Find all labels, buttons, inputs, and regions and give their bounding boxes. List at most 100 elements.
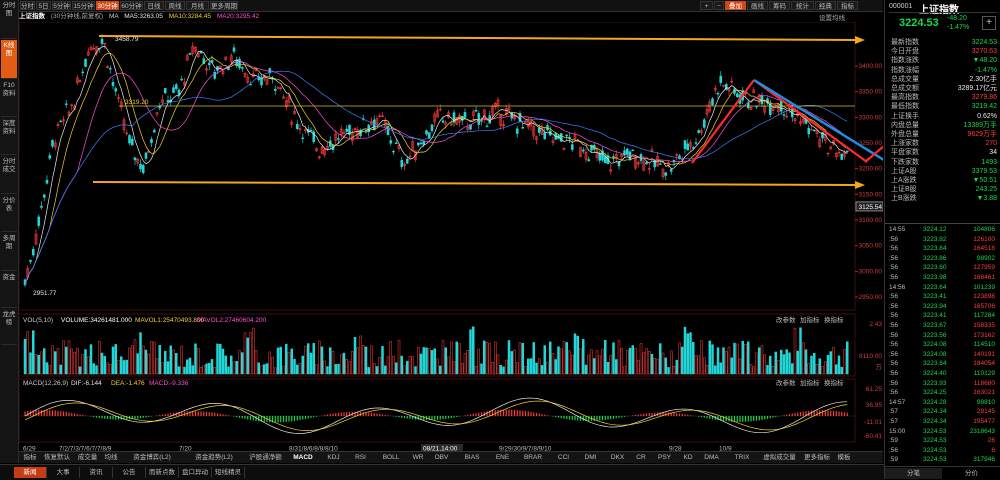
- tick-volume: 184054: [973, 360, 995, 368]
- period-button-5[interactable]: 60分钟: [120, 1, 143, 10]
- indicator-tab-22[interactable]: DMA: [699, 453, 724, 462]
- sidebar-tab-8[interactable]: 龙虎榜: [1, 309, 17, 345]
- volume-bar: [584, 364, 588, 375]
- period-button-6[interactable]: 日线: [144, 1, 164, 10]
- sidebar-tab-0[interactable]: 分时图: [1, 0, 17, 39]
- indicator-tab-7[interactable]: MACD: [287, 453, 319, 462]
- bottom-tab-6[interactable]: 短线精灵: [212, 467, 245, 478]
- sidebar-tab-4[interactable]: 分时成交: [1, 156, 17, 194]
- candle-body: [166, 100, 170, 103]
- volume-link[interactable]: 加指标: [800, 315, 820, 324]
- volume-bar: [749, 364, 753, 375]
- indicator-tab-18[interactable]: DKX: [605, 453, 630, 462]
- indicator-tab-21[interactable]: KD: [679, 453, 697, 462]
- bottom-tab-4[interactable]: 而新点数: [146, 467, 179, 478]
- bottom-tab-1[interactable]: 大事: [47, 467, 80, 478]
- quote-field-value: 0.62%: [977, 112, 997, 120]
- indicator-tab-10[interactable]: BOLL: [375, 453, 407, 462]
- indicator-tab-0[interactable]: 指标: [21, 453, 39, 462]
- macd-link[interactable]: 换指标: [824, 378, 844, 387]
- period-button-4[interactable]: 30分钟: [96, 1, 119, 10]
- indicator-tab-12[interactable]: OBV: [429, 453, 454, 462]
- indicator-tab-25[interactable]: 更多指标: [801, 453, 833, 462]
- quote-field-label: 上涨家数: [891, 140, 919, 148]
- indicator-tab-11[interactable]: WR: [409, 453, 427, 462]
- sidebar-tab-3[interactable]: 深度资料: [1, 118, 17, 155]
- period-button-3[interactable]: 15分钟: [72, 1, 95, 10]
- quote-field-label: 外盘总量: [891, 131, 919, 138]
- volume-link[interactable]: 换指标: [824, 315, 844, 324]
- volume-bar: [373, 363, 376, 375]
- quote-field-row: 总成交额 3289.17亿元: [887, 84, 999, 93]
- period-button-7[interactable]: 周线: [165, 1, 185, 10]
- volume-link[interactable]: 改参数: [776, 315, 796, 324]
- toolbar-tool-0[interactable]: +: [700, 1, 713, 10]
- candle-body: [782, 114, 786, 116]
- indicator-tab-5[interactable]: 资金趋势(L2): [184, 453, 244, 462]
- indicator-tab-15[interactable]: BRAR: [517, 453, 549, 462]
- toolbar-tool-5[interactable]: 统计: [791, 1, 814, 10]
- indicator-tab-24[interactable]: 虚拟成交量: [760, 453, 799, 462]
- indicator-tab-19[interactable]: CR: [632, 453, 650, 462]
- indicator-tab-14[interactable]: ENE: [490, 453, 515, 462]
- volume-bar: [34, 354, 38, 375]
- indicator-tab-23[interactable]: TRIX: [726, 453, 758, 462]
- add-watchlist-icon[interactable]: +: [982, 16, 996, 30]
- indicator-tab-26[interactable]: 模板: [835, 453, 853, 462]
- tick-volume: 123898: [973, 293, 995, 301]
- macd-axis-label: -11.01: [864, 419, 882, 426]
- macd-panel-frame: [19, 378, 856, 443]
- indicator-tab-9[interactable]: RSI: [348, 453, 373, 462]
- macd-link[interactable]: 改参数: [776, 378, 796, 387]
- indicator-tab-6[interactable]: 沪股通净额: [246, 453, 285, 462]
- sidebar-tab-2[interactable]: F10资料: [1, 80, 17, 117]
- volume-bar: [796, 350, 799, 375]
- indicator-tab-4[interactable]: 资金博弈(L2): [122, 453, 182, 462]
- tick-time: 14:56: [889, 283, 906, 291]
- bottom-tab-2[interactable]: 资讯: [80, 467, 113, 478]
- indicator-tab-20[interactable]: PSY: [652, 453, 677, 462]
- indicator-tab-8[interactable]: KDJ: [321, 453, 346, 462]
- toolbar-tool-7[interactable]: 指标: [837, 1, 858, 10]
- sidebar-tab-5[interactable]: 分价表: [1, 195, 17, 232]
- toolbar-tool-1[interactable]: −: [714, 1, 724, 10]
- volume-bar: [829, 351, 832, 375]
- ma-setting-link[interactable]: 设置均线: [819, 12, 845, 22]
- toolbar-tool-6[interactable]: 经典: [815, 1, 836, 10]
- bottom-tab-3[interactable]: 公告: [113, 467, 146, 478]
- price-axis-label: 3150.00: [859, 191, 883, 198]
- toolbar-tool-3[interactable]: 画线: [747, 1, 768, 10]
- sidebar-tab-7[interactable]: 资金: [1, 272, 17, 308]
- indicator-tab-16[interactable]: CCI: [551, 453, 576, 462]
- period-button-9[interactable]: 更多周期: [210, 1, 238, 10]
- tick-volume: 126100: [973, 235, 995, 243]
- indicator-tab-1[interactable]: 恢复默认: [41, 453, 73, 462]
- kline-chart-area[interactable]: 3400.003350.003300.003250.003200.003150.…: [19, 22, 883, 452]
- sidebar-tab-1[interactable]: K线图: [1, 40, 17, 79]
- candle-body: [152, 129, 156, 133]
- indicator-tab-17[interactable]: DMI: [578, 453, 603, 462]
- toolbar-tool-2[interactable]: 叠加: [725, 1, 746, 10]
- bottom-tab-0[interactable]: 新闻: [14, 467, 47, 478]
- indicator-tab-13[interactable]: BIAS: [456, 453, 488, 462]
- bottom-tab-5[interactable]: 盘口异动: [179, 467, 212, 478]
- candle-body: [565, 134, 569, 137]
- volume-bar: [595, 350, 599, 375]
- indicator-tab-2[interactable]: 成交量: [75, 453, 100, 462]
- period-button-2[interactable]: 5分钟: [52, 1, 71, 10]
- tick-tab-0[interactable]: 分笔: [885, 468, 942, 479]
- tick-tab-1[interactable]: 分价: [943, 468, 1000, 479]
- macd-link[interactable]: 加指标: [800, 378, 820, 387]
- volume-bar: [392, 355, 395, 375]
- volume-bar: [364, 346, 368, 375]
- period-button-1[interactable]: 5日: [36, 1, 51, 10]
- sidebar-tab-6[interactable]: 多周期: [1, 233, 17, 271]
- toolbar-tool-4[interactable]: 筹码: [769, 1, 790, 10]
- volume-bar: [601, 348, 604, 375]
- volume-bar: [733, 342, 736, 375]
- tick-price: 3223.94: [923, 302, 947, 310]
- period-button-8[interactable]: 月线: [186, 1, 209, 10]
- volume-bar: [502, 366, 505, 375]
- indicator-tab-3[interactable]: 均线: [102, 453, 120, 462]
- period-button-0[interactable]: 分时: [20, 1, 35, 10]
